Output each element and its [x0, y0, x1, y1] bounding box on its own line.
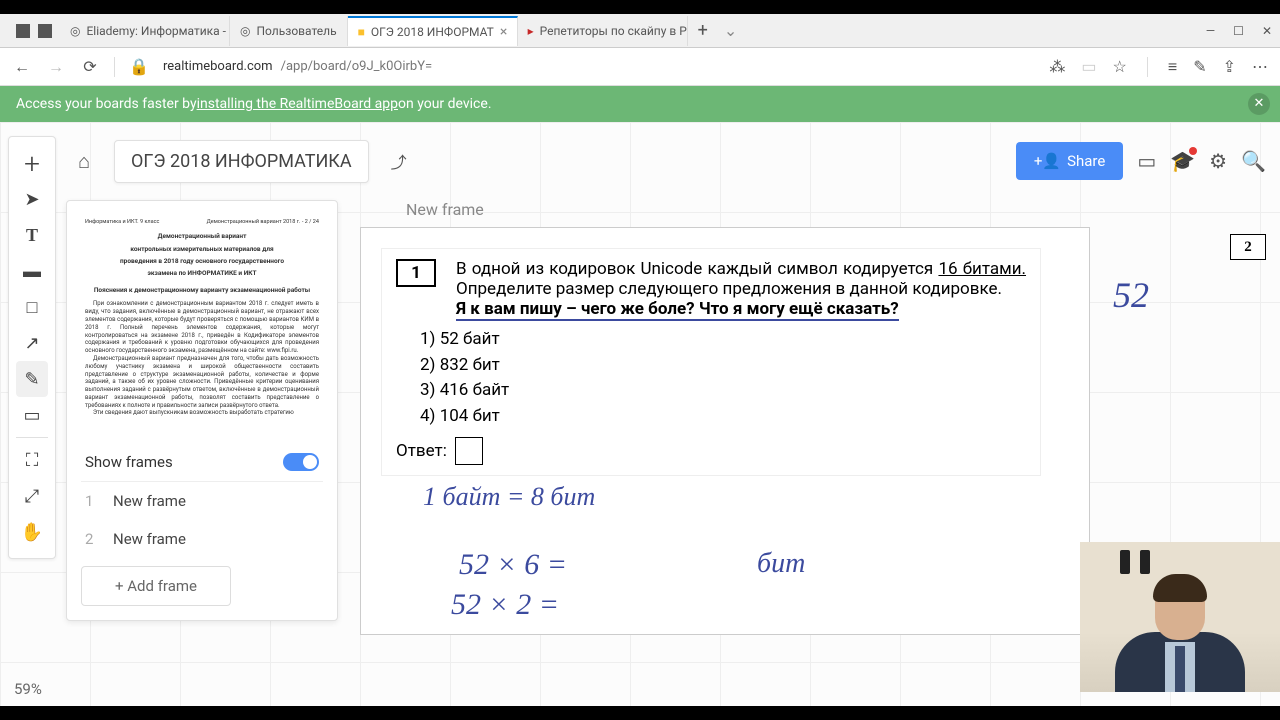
sticky-tool[interactable]: ▬ [16, 253, 48, 289]
app-header: ⌂ ОГЭ 2018 ИНФОРМАТИКА ⤴ +👤 Share ▭ 🎓 ⚙ 🔍 [66, 136, 1266, 186]
document-thumbnail[interactable]: Информатика и ИКТ. 9 классДемонстрационн… [81, 215, 323, 435]
tab-overview-icon[interactable] [38, 24, 52, 38]
answer-row: Ответ: [396, 437, 1026, 465]
add-tool[interactable]: + [16, 145, 48, 181]
home-button[interactable]: ⌂ [66, 143, 102, 179]
tab-dropdown-icon[interactable]: ⌄ [718, 21, 743, 40]
maximize-button[interactable]: ☐ [1233, 24, 1244, 38]
banner-link[interactable]: installing the RealtimeBoard app [197, 96, 398, 112]
forward-button[interactable]: → [46, 57, 66, 77]
frame-title[interactable]: New frame [406, 200, 1266, 219]
handwriting: 52 × 2 = [451, 588, 559, 622]
text-tool[interactable]: T [16, 217, 48, 253]
answer-box [455, 437, 483, 465]
comment-tool[interactable]: ▭ [16, 397, 48, 433]
frames-tool[interactable]: ⛶ [16, 442, 48, 478]
shape-tool[interactable]: □ [16, 289, 48, 325]
frame-label: New frame [113, 492, 186, 510]
install-banner: Access your boards faster by installing … [0, 86, 1280, 122]
arrow-tool[interactable]: ↗ [16, 325, 48, 361]
sidebar-toggle-icon[interactable] [16, 24, 30, 38]
notes-icon[interactable]: ✎ [1193, 57, 1206, 76]
tab-favicon: ▸ [528, 24, 534, 38]
hub-icon[interactable]: ≡ [1168, 57, 1177, 77]
more-icon[interactable]: ⋯ [1252, 57, 1268, 76]
tab-label: ОГЭ 2018 ИНФОРМАТ [371, 25, 494, 39]
frame[interactable]: 1 В одной из кодировок Unicode каждый си… [360, 227, 1090, 635]
add-user-icon: +👤 [1034, 152, 1061, 170]
page-marker[interactable]: 2 [1230, 234, 1266, 260]
frame-label: New frame [113, 530, 186, 548]
browser-tab[interactable]: ▸ Репетиторы по скайпу в Pr [518, 16, 688, 46]
problem-card: 1 В одной из кодировок Unicode каждый си… [381, 248, 1041, 476]
lock-icon[interactable]: 🔒 [129, 57, 149, 76]
address-bar: ← → ⟳ 🔒 realtimeboard.com/app/board/o9J_… [0, 48, 1280, 86]
close-window-button[interactable]: ✕ [1262, 24, 1272, 38]
tab-label: Репетиторы по скайпу в Pr [540, 24, 688, 38]
tab-favicon: ◎ [240, 24, 250, 38]
export-button[interactable]: ⤴ [381, 143, 417, 179]
browser-tab-active[interactable]: ■ ОГЭ 2018 ИНФОРМАТ × [348, 16, 518, 46]
person [1110, 572, 1250, 692]
url-field[interactable]: realtimeboard.com/app/board/o9J_k0OirbY= [163, 59, 1035, 74]
search-icon[interactable]: 🔍 [1241, 149, 1266, 173]
share-button[interactable]: +👤 Share [1016, 142, 1123, 180]
tab-label: Eliademy: Информатика - С [86, 24, 230, 38]
tab-label: Пользователь [256, 24, 336, 38]
url-host: realtimeboard.com [163, 59, 273, 74]
select-tool[interactable]: ➤ [16, 181, 48, 217]
browser-tab-strip: ◎ Eliademy: Информатика - С ◎ Пользователь… [0, 14, 1280, 48]
tab-favicon: ◎ [70, 24, 80, 38]
close-tab-icon[interactable]: × [500, 24, 507, 40]
problem-number: 1 [396, 259, 436, 287]
zoom-level[interactable]: 59% [14, 680, 42, 698]
answer-options: 1) 52 байт 2) 832 бит 3) 416 байт 4) 104… [420, 327, 1026, 429]
chat-icon[interactable]: ▭ [1137, 149, 1156, 173]
pen-tool[interactable]: ✎ [16, 361, 48, 397]
hand-tool[interactable]: ✋ [16, 514, 48, 550]
handwriting: 1 байт = 8 бит [423, 482, 595, 512]
translate-icon[interactable]: ⁂ [1049, 57, 1065, 76]
handwriting: бит [757, 548, 805, 580]
banner-text: Access your boards faster by [16, 96, 197, 112]
back-button[interactable]: ← [12, 57, 32, 77]
reading-view-icon[interactable]: ▭ [1081, 57, 1096, 76]
settings-icon[interactable]: ⚙ [1209, 149, 1227, 173]
handwriting: 52 [1113, 274, 1149, 316]
academy-icon[interactable]: 🎓 [1170, 149, 1195, 173]
toolbar: + ➤ T ▬ □ ↗ ✎ ▭ ⛶ ⤢ ✋ [8, 136, 56, 559]
frame-list-item[interactable]: 1New frame [81, 482, 323, 520]
browser-tab[interactable]: ◎ Eliademy: Информатика - С [60, 16, 230, 46]
browser-tab[interactable]: ◎ Пользователь [230, 16, 348, 46]
frames-panel: Информатика и ИКТ. 9 классДемонстрационн… [66, 200, 338, 621]
fullscreen-tool[interactable]: ⤢ [16, 478, 48, 514]
new-tab-button[interactable]: + [688, 20, 718, 41]
webcam-feed [1080, 542, 1280, 692]
realtimeboard-app: + ➤ T ▬ □ ↗ ✎ ▭ ⛶ ⤢ ✋ 59% ⌂ ОГЭ 2018 ИНФ… [0, 122, 1280, 706]
minimize-button[interactable]: — [1206, 24, 1215, 38]
show-frames-toggle[interactable] [283, 453, 319, 471]
favorites-icon[interactable]: ☆ [1113, 57, 1127, 76]
board-title[interactable]: ОГЭ 2018 ИНФОРМАТИКА [114, 140, 369, 183]
notification-dot [1189, 147, 1197, 155]
url-path: /app/board/o9J_k0OirbY= [281, 59, 433, 74]
share-label: Share [1067, 152, 1105, 170]
problem-text: В одной из кодировок Unicode каждый симв… [456, 259, 1026, 319]
share-page-icon[interactable]: ⇪ [1223, 57, 1236, 76]
add-frame-button[interactable]: + Add frame [81, 566, 231, 606]
handwriting: 52 × 6 = [459, 548, 567, 582]
banner-close-button[interactable]: ✕ [1248, 93, 1270, 115]
tab-favicon: ■ [358, 25, 365, 39]
frame-list-item[interactable]: 2New frame [81, 520, 323, 558]
banner-text: on your device. [398, 96, 492, 112]
reload-button[interactable]: ⟳ [80, 57, 100, 76]
show-frames-label: Show frames [85, 453, 173, 471]
